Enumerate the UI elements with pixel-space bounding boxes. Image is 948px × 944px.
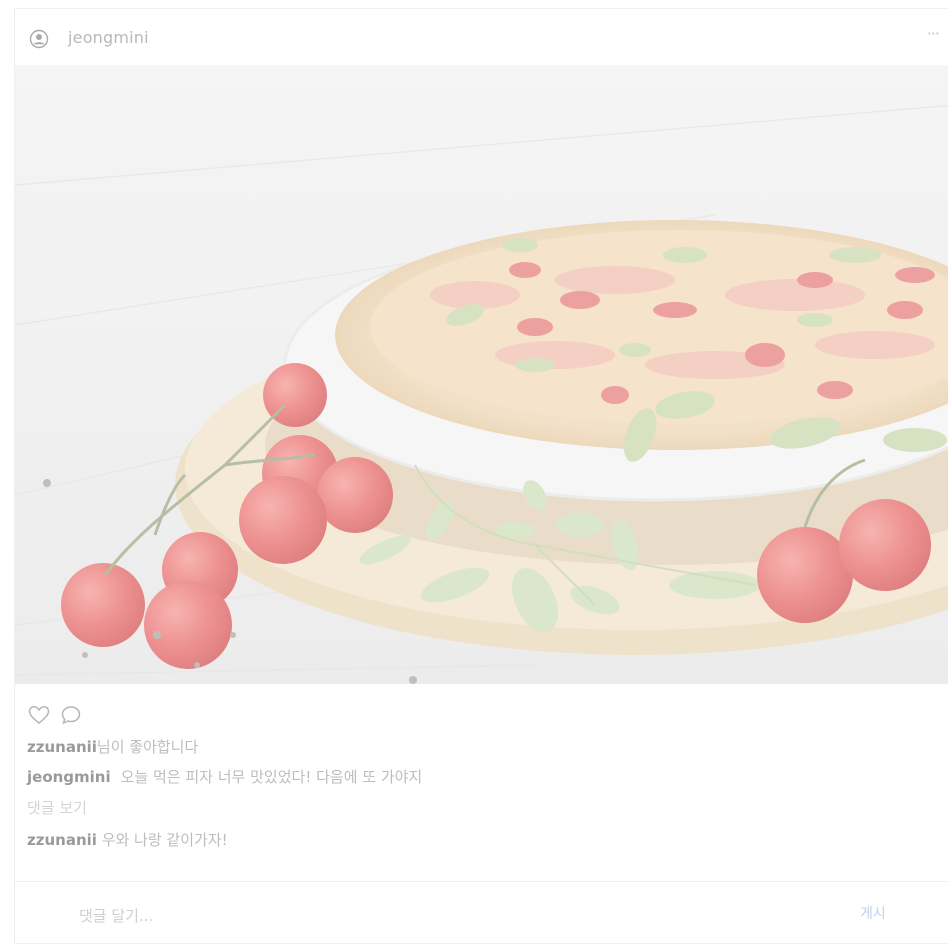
comment-divider: [15, 881, 948, 882]
comment-username[interactable]: zzunanii: [27, 831, 97, 849]
comment-item: zzunanii 우와 나랑 같이가자!: [27, 829, 228, 850]
comment-input[interactable]: [77, 903, 781, 929]
caption-text: 오늘 먹은 피자 너무 맛있었다! 다음에 또 가야지: [120, 768, 423, 786]
view-comments-link[interactable]: 댓글 보기: [27, 797, 87, 818]
speech-bubble-icon[interactable]: [59, 703, 83, 727]
post-card: jeongmini ··· zzunanii님이 좋아합니다 jeongmini…: [14, 8, 948, 944]
liker-username[interactable]: zzunanii: [27, 738, 97, 756]
heart-icon[interactable]: [27, 703, 51, 727]
user-circle-icon[interactable]: [29, 29, 49, 49]
post-comment-button[interactable]: 게시: [860, 903, 886, 923]
ellipsis-icon[interactable]: ···: [927, 24, 940, 43]
likes-summary: zzunanii님이 좋아합니다: [27, 736, 198, 757]
post-author[interactable]: jeongmini: [68, 28, 149, 47]
post-header: jeongmini ···: [15, 9, 948, 65]
likes-text: 님이 좋아합니다: [96, 738, 199, 756]
post-image[interactable]: [15, 65, 948, 684]
comment-text: 우와 나랑 같이가자!: [101, 831, 228, 849]
caption-username[interactable]: jeongmini: [27, 768, 111, 786]
post-actions: [27, 703, 83, 727]
post-caption: jeongmini 오늘 먹은 피자 너무 맛있었다! 다음에 또 가야지: [27, 766, 422, 787]
